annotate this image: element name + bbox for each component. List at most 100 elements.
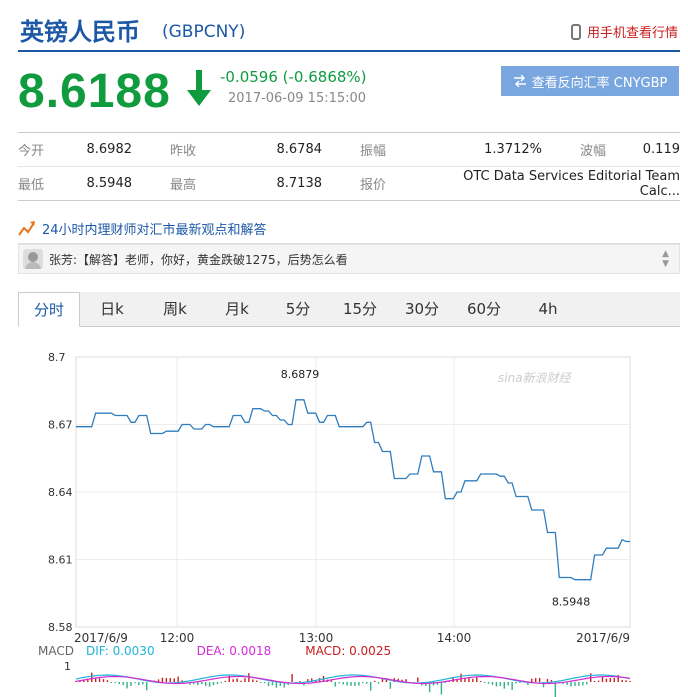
macd-bar — [354, 682, 356, 686]
macd-bar — [173, 678, 175, 682]
macd-bar — [201, 682, 203, 684]
macd-bar — [220, 682, 223, 683]
tab-weekly[interactable]: 周k — [144, 292, 206, 326]
header-divider — [18, 50, 680, 52]
up-arrow-icon[interactable]: ▲ — [662, 249, 669, 259]
macd-value: MACD: 0.0025 — [305, 644, 392, 658]
macd-bar — [373, 681, 376, 682]
tab-intraday[interactable]: 分时 — [18, 292, 80, 327]
macd-bar — [169, 678, 171, 682]
x-tick-label: 2017/6/9 — [74, 631, 128, 645]
macd-bar — [629, 681, 631, 682]
macd-bar — [130, 682, 132, 686]
macd-bar — [472, 678, 474, 682]
y-tick-label: 8.61 — [48, 554, 73, 567]
y-tick-label: 8.67 — [48, 419, 73, 432]
macd-bar — [106, 680, 109, 682]
macd-bar — [267, 682, 270, 687]
macd-bar — [232, 679, 234, 682]
reverse-rate-label: 查看反向汇率 CNYGBP — [531, 75, 668, 91]
stats-row: 今开 8.6982 昨收 8.6784 振幅 1.3712% 波幅 0.119 — [18, 133, 680, 167]
macd-bar — [519, 682, 521, 683]
macd-bar — [554, 682, 557, 697]
stat-label: 振幅 — [322, 133, 432, 167]
stat-value: 8.7138 — [276, 176, 323, 191]
stat-value: 8.6982 — [70, 133, 132, 167]
stat-value: 8.6784 — [256, 133, 322, 167]
macd-bar — [275, 682, 278, 688]
macd-dea: DEA: 0.0018 — [196, 644, 272, 658]
macd-bar — [224, 681, 227, 682]
chart-tabs: 分时 日k 周k 月k 5分 15分 30分 60分 4h — [18, 292, 680, 327]
macd-bar — [483, 682, 486, 683]
price-chart: 8.7 8.67 8.64 8.61 8.58 2017/6/9 12:00 13:00 14… — [48, 351, 631, 697]
scroll-arrows[interactable]: ▲ ▼ — [662, 249, 669, 269]
macd-bar — [299, 681, 301, 682]
advisor-link[interactable]: 24小时内理财师对汇市最新观点和解答 — [18, 214, 680, 244]
macd-bar — [625, 680, 627, 682]
macd-bar — [440, 682, 443, 695]
macd-axis-value: 1 — [64, 660, 71, 673]
down-arrow-icon — [187, 70, 211, 106]
macd-bar — [208, 682, 211, 687]
macd-bar — [491, 682, 494, 685]
tab-15min[interactable]: 15分 — [328, 292, 392, 326]
reverse-rate-button[interactable]: 查看反向汇率 CNYGBP — [501, 66, 679, 96]
stat-label: 最高 — [170, 178, 197, 193]
trend-icon — [18, 220, 35, 236]
macd-bar — [236, 678, 238, 682]
x-tick-label: 2017/6/9 — [576, 631, 630, 645]
macd-bar — [515, 682, 517, 684]
tab-5min[interactable]: 5分 — [268, 292, 328, 326]
macd-bar — [346, 682, 348, 686]
macd-bar — [126, 682, 128, 689]
stat-label: 昨收 — [132, 133, 256, 167]
macd-bar — [574, 682, 576, 686]
macd-bar — [177, 676, 179, 682]
stat-label: 波幅 — [542, 133, 629, 167]
macd-bar — [114, 682, 116, 683]
macd-bar — [621, 679, 623, 682]
macd-bar — [609, 678, 612, 682]
macd-bar — [256, 680, 258, 682]
macd-bar — [369, 682, 372, 691]
macd-bar — [102, 679, 105, 682]
x-tick-label: 14:00 — [437, 631, 472, 645]
macd-bar — [252, 679, 254, 682]
tab-4h[interactable]: 4h — [516, 292, 580, 326]
tab-30min[interactable]: 30分 — [392, 292, 452, 326]
macd-bar — [578, 682, 580, 686]
macd-bar — [487, 682, 490, 684]
down-arrow-icon[interactable]: ▼ — [662, 259, 669, 269]
tab-monthly[interactable]: 月k — [206, 292, 268, 326]
macd-bar — [212, 682, 215, 686]
macd-bar — [582, 682, 584, 686]
macd-bar — [362, 682, 364, 684]
macd-bar — [597, 680, 600, 682]
stat-value: OTC Data Services Editorial Team Calc... — [463, 168, 680, 199]
macd-bar — [165, 678, 168, 682]
stat-label: 报价 — [360, 178, 387, 193]
macd-bar — [613, 678, 615, 682]
y-tick-label: 8.7 — [48, 351, 66, 364]
price-line — [76, 399, 630, 581]
macd-bar — [110, 682, 113, 683]
advisor-link-text: 24小时内理财师对汇市最新观点和解答 — [42, 223, 267, 238]
macd-bar — [334, 682, 337, 687]
stat-value: 0.119 — [628, 133, 680, 167]
macd-bar — [161, 677, 164, 682]
qa-ticker[interactable]: 张芳:【解答】老师，你好，黄金跌破1275，后势怎么看 ▲ ▼ — [18, 244, 680, 274]
macd-bar — [417, 677, 419, 682]
macd-bar — [204, 682, 207, 686]
mobile-view-link[interactable]: 用手机查看行情 — [570, 22, 678, 41]
macd-bar — [476, 677, 478, 682]
macd-bar — [381, 678, 384, 682]
swap-icon — [513, 75, 526, 87]
stat-label: 最低 — [18, 178, 45, 193]
price-change: -0.0596 (-0.6868%) — [220, 68, 367, 86]
stat-value: 8.5948 — [86, 176, 133, 191]
tab-60min[interactable]: 60分 — [452, 292, 516, 326]
page-title: 英镑人民币 — [20, 18, 140, 46]
tab-daily[interactable]: 日k — [80, 292, 144, 326]
macd-bar — [377, 682, 380, 684]
